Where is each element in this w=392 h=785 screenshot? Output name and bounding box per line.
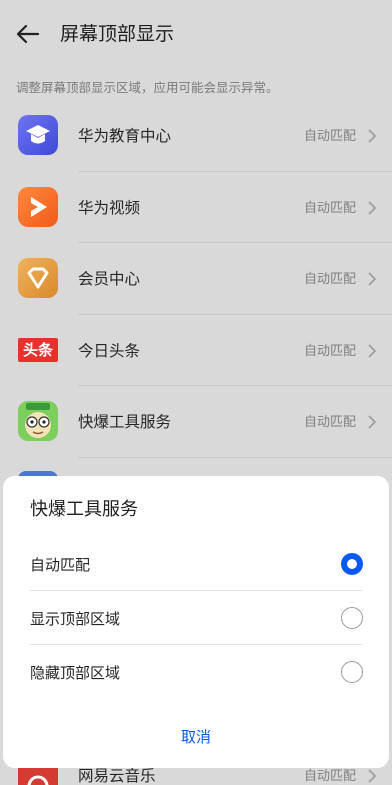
app-name: 快爆工具服务 xyxy=(78,413,172,431)
display-mode-dialog: 快爆工具服务 自动匹配 显示顶部区域 隐藏顶部区域 取消 xyxy=(3,476,389,768)
app-row-netease-music[interactable]: 网易云音乐 自动匹配 xyxy=(0,766,392,785)
app-row-huawei-education[interactable]: 华为教育中心 自动匹配 xyxy=(0,100,392,172)
app-name: 华为教育中心 xyxy=(78,127,172,145)
chevron-right-icon xyxy=(368,272,377,286)
app-row-toutiao[interactable]: 头条 今日头条 自动匹配 xyxy=(0,315,392,386)
app-setting-value: 自动匹配 xyxy=(303,343,356,359)
page-title: 屏幕顶部显示 xyxy=(60,23,175,45)
chevron-right-icon xyxy=(368,769,377,783)
divider xyxy=(78,456,392,458)
option-auto-match[interactable]: 自动匹配 xyxy=(3,538,389,591)
app-name: 网易云音乐 xyxy=(78,767,156,785)
option-show-top-area[interactable]: 显示顶部区域 xyxy=(3,592,389,645)
app-setting-value: 自动匹配 xyxy=(303,415,356,430)
option-label: 自动匹配 xyxy=(30,556,91,574)
chevron-right-icon xyxy=(368,343,377,358)
title-bar: 屏幕顶部显示 xyxy=(0,0,392,68)
cancel-button[interactable]: 取消 xyxy=(3,726,389,748)
option-label: 隐藏顶部区域 xyxy=(30,664,121,682)
app-setting-value: 自动匹配 xyxy=(303,769,356,784)
chevron-right-icon xyxy=(368,200,377,215)
back-arrow-icon[interactable] xyxy=(14,20,42,48)
dialog-title: 快爆工具服务 xyxy=(30,499,138,520)
app-setting-value: 自动匹配 xyxy=(303,129,356,144)
chevron-right-icon xyxy=(368,415,377,429)
radio-selected[interactable] xyxy=(341,553,363,575)
app-row-huawei-video[interactable]: 华为视频 自动匹配 xyxy=(0,172,392,243)
app-list: 华为教育中心 自动匹配 华为视频 自动匹配 会员中心 自动匹配 头条 今日头条 … xyxy=(0,100,392,458)
divider xyxy=(30,590,362,591)
divider xyxy=(30,644,362,645)
toutiao-logo-text: 头条 xyxy=(18,337,58,362)
option-label: 显示顶部区域 xyxy=(30,610,121,628)
app-setting-value: 自动匹配 xyxy=(303,200,356,216)
app-row-kuaibao[interactable]: 快爆工具服务 自动匹配 xyxy=(0,386,392,458)
cartoon-face-icon xyxy=(18,401,58,441)
radio-unselected[interactable] xyxy=(341,661,363,683)
app-name: 会员中心 xyxy=(78,270,141,288)
app-name: 今日头条 xyxy=(78,341,141,360)
hint-text: 调整屏幕顶部显示区域，应用可能会显示异常。 xyxy=(16,80,279,95)
app-row-member-center[interactable]: 会员中心 自动匹配 xyxy=(0,243,392,315)
radio-unselected[interactable] xyxy=(341,607,363,629)
diamond-icon xyxy=(18,258,58,298)
option-hide-top-area[interactable]: 隐藏顶部区域 xyxy=(3,646,389,699)
toutiao-logo-icon: 头条 xyxy=(18,330,58,370)
netease-music-icon xyxy=(18,766,58,785)
app-name: 华为视频 xyxy=(78,198,141,217)
chevron-right-icon xyxy=(368,129,377,143)
app-setting-value: 自动匹配 xyxy=(303,272,356,287)
graduation-cap-icon xyxy=(18,115,58,155)
play-icon xyxy=(18,186,58,227)
